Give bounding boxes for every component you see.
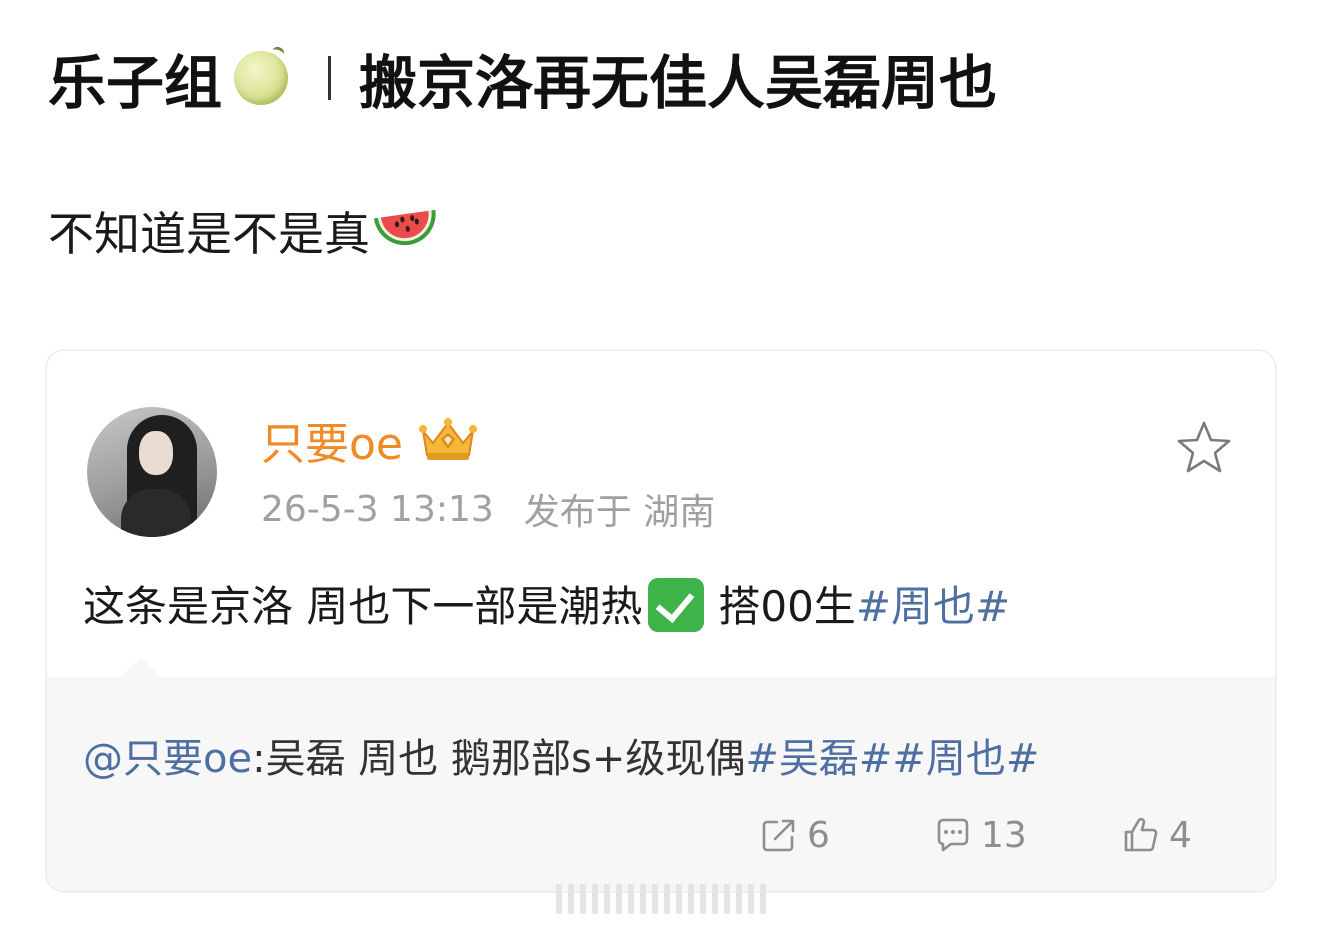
comment-button[interactable]: 13 xyxy=(933,811,1027,859)
username-row: 只要oe xyxy=(261,408,479,472)
mention-link[interactable]: @只要oe xyxy=(83,726,252,784)
like-count: 4 xyxy=(1169,814,1192,856)
watermelon-emoji-icon xyxy=(373,204,441,258)
hashtag-link[interactable]: #周也# xyxy=(856,573,1010,634)
repost-content: @只要oe :吴磊 周也 鹅那部s+级现偶 #吴磊##周也# xyxy=(83,727,1039,783)
subtitle: 不知道是不是真 xyxy=(48,198,441,264)
post-content: 这条是京洛 周也下一部是潮热 搭00生 #周也# xyxy=(83,573,1010,633)
avatar[interactable] xyxy=(87,407,217,537)
title-main: 搬京洛再无佳人吴磊周也 xyxy=(359,49,998,117)
post-text-part2: 搭00生 xyxy=(718,581,856,631)
crown-badge-icon xyxy=(417,417,479,463)
title-divider xyxy=(328,56,332,100)
repost-hashtags-link[interactable]: #吴磊##周也# xyxy=(745,726,1039,784)
scroll-indicator xyxy=(556,882,772,916)
page-title: 乐子组 搬京洛再无佳人吴磊周也 xyxy=(48,38,997,118)
comment-count: 13 xyxy=(981,814,1027,856)
star-favorite-icon[interactable] xyxy=(1175,419,1233,477)
page: 乐子组 搬京洛再无佳人吴磊周也 不知道是不是真 只要oe 26-5-3 13:1… xyxy=(0,0,1320,930)
comment-icon xyxy=(933,815,981,855)
repost-text: :吴磊 周也 鹅那部s+级现偶 xyxy=(252,736,746,782)
check-mark-emoji-icon xyxy=(648,578,705,632)
like-icon xyxy=(1121,815,1169,855)
post-timestamp: 26-5-3 13:13 xyxy=(261,488,494,530)
melon-emoji-icon xyxy=(234,51,289,105)
post-meta: 26-5-3 13:13 发布于 湖南 xyxy=(261,487,715,534)
repost-notch xyxy=(119,657,163,679)
post-text-part1: 这条是京洛 周也下一部是潮热 xyxy=(83,581,643,631)
like-button[interactable]: 4 xyxy=(1121,811,1192,859)
share-icon xyxy=(759,815,807,855)
username-link[interactable]: 只要oe xyxy=(261,408,403,472)
post-location: 发布于 湖南 xyxy=(523,492,716,533)
share-button[interactable]: 6 xyxy=(759,811,830,859)
title-prefix: 乐子组 xyxy=(48,49,223,117)
subtitle-text: 不知道是不是真 xyxy=(48,207,370,261)
share-count: 6 xyxy=(807,814,830,856)
weibo-post-card[interactable]: 只要oe 26-5-3 13:13 发布于 湖南 这条是京洛 周也下一部是潮热 … xyxy=(46,350,1276,892)
repost-box[interactable]: @只要oe :吴磊 周也 鹅那部s+级现偶 #吴磊##周也# 6 13 4 xyxy=(47,677,1275,891)
